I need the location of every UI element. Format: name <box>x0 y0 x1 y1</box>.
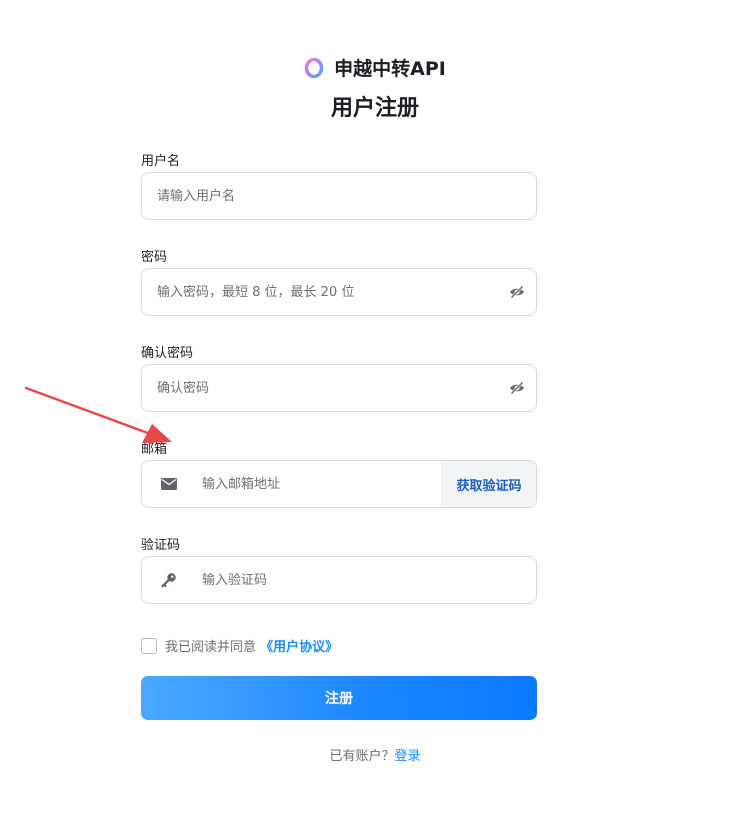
register-button[interactable]: 注册 <box>141 676 537 720</box>
password-label: 密码 <box>141 250 168 265</box>
agreement-text: 我已阅读并同意 <box>165 640 257 655</box>
annotation-arrow-icon <box>24 386 172 443</box>
brand-name: 申越中转API <box>334 58 446 80</box>
code-field <box>141 556 537 604</box>
password-input[interactable] <box>142 269 498 315</box>
code-label: 验证码 <box>141 538 181 553</box>
page-title: 用户注册 <box>330 96 419 121</box>
get-code-button[interactable]: 获取验证码 <box>441 461 536 507</box>
login-link[interactable]: 登录 <box>395 749 421 764</box>
password-field <box>141 268 537 316</box>
brand: 申越中转API <box>0 54 750 81</box>
confirm-password-label: 确认密码 <box>141 346 194 361</box>
eye-off-icon[interactable] <box>498 365 536 411</box>
login-question: 已有账户？ <box>329 749 395 764</box>
eye-off-icon[interactable] <box>498 269 536 315</box>
register-page: 申越中转API 用户注册 用户名 密码 确认密码 <box>0 0 750 832</box>
login-row: 已有账户？登录 <box>0 745 750 764</box>
username-input[interactable] <box>142 173 536 219</box>
agreement-checkbox[interactable] <box>141 637 157 654</box>
agreement-row: 我已阅读并同意 《用户协议》 <box>141 636 338 655</box>
username-field <box>141 172 537 220</box>
key-icon <box>142 557 188 603</box>
mail-icon <box>142 461 188 507</box>
email-input[interactable] <box>188 461 441 507</box>
confirm-password-input[interactable] <box>142 365 498 411</box>
confirm-password-field <box>141 364 537 412</box>
email-field: 获取验证码 <box>141 460 537 508</box>
code-input[interactable] <box>188 557 536 603</box>
username-label: 用户名 <box>141 154 181 169</box>
user-agreement-link[interactable]: 《用户协议》 <box>260 640 338 655</box>
brand-ring-icon <box>304 57 324 79</box>
